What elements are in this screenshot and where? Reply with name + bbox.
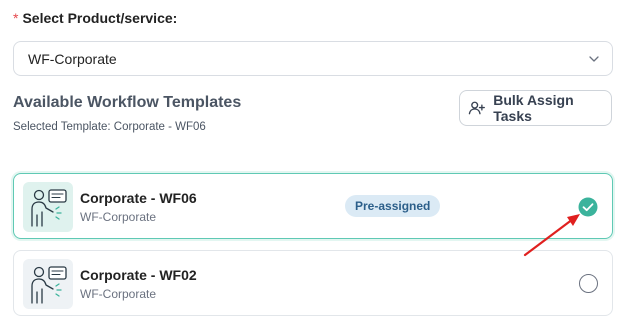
- bulk-assign-tasks-button[interactable]: Bulk Assign Tasks: [459, 90, 612, 126]
- check-circle-icon[interactable]: [578, 197, 598, 217]
- presenter-icon: [23, 259, 73, 309]
- template-name: Corporate - WF02: [80, 267, 197, 283]
- product-select[interactable]: WF-Corporate: [13, 41, 613, 76]
- product-field-label: * Select Product/service:: [13, 10, 177, 26]
- template-product: WF-Corporate: [80, 287, 157, 301]
- pre-assigned-badge: Pre-assigned: [345, 195, 441, 217]
- add-user-icon: [468, 101, 485, 115]
- section-title: Available Workflow Templates: [13, 94, 242, 111]
- selected-template-text: Selected Template: Corporate - WF06: [13, 121, 206, 133]
- template-name: Corporate - WF06: [80, 190, 197, 206]
- bulk-assign-tasks-label: Bulk Assign Tasks: [493, 92, 574, 124]
- template-card-wf02[interactable]: Corporate - WF02 WF-Corporate: [13, 250, 613, 316]
- product-label-text: Select Product/service:: [22, 10, 178, 26]
- product-select-value: WF-Corporate: [28, 50, 117, 67]
- template-product: WF-Corporate: [80, 210, 157, 224]
- required-mark: *: [13, 10, 19, 26]
- chevron-down-icon: [589, 56, 599, 62]
- template-radio[interactable]: [579, 274, 598, 293]
- template-card-wf06[interactable]: Corporate - WF06 WF-Corporate Pre-assign…: [13, 173, 613, 239]
- presenter-icon: [23, 182, 73, 232]
